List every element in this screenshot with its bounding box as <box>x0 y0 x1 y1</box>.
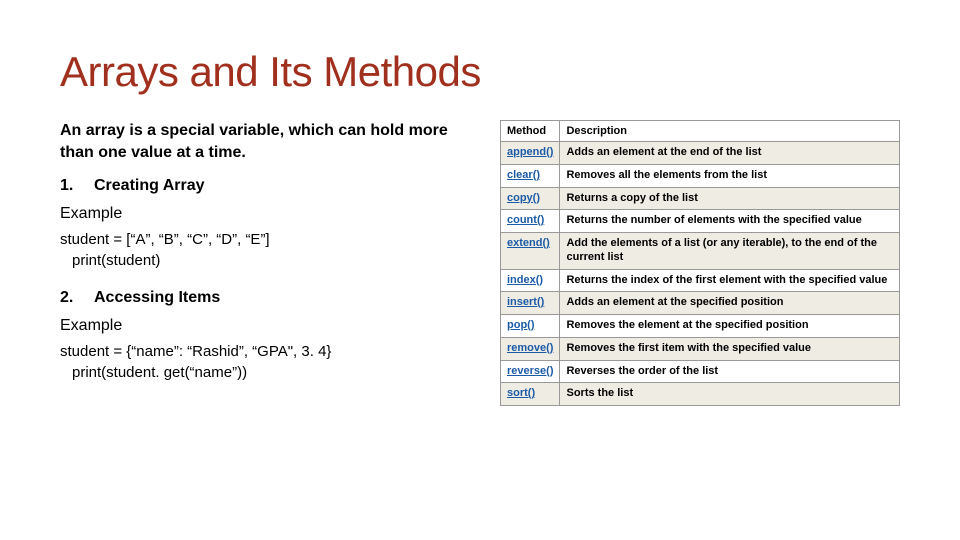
table-body: append() Adds an element at the end of th… <box>501 142 900 406</box>
desc-cell: Add the elements of a list (or any itera… <box>560 233 900 270</box>
intro-text: An array is a special variable, which ca… <box>60 120 460 163</box>
section-2-heading: 2. Accessing Items <box>60 289 460 307</box>
table-row: append() Adds an element at the end of th… <box>501 142 900 165</box>
method-cell: sort() <box>501 383 560 406</box>
method-cell: clear() <box>501 164 560 187</box>
section-2-example-label: Example <box>60 317 460 335</box>
section-1-code: student = [“A”, “B”, “C”, “D”, “E”] prin… <box>60 229 460 271</box>
desc-cell: Removes the element at the specified pos… <box>560 315 900 338</box>
desc-cell: Adds an element at the end of the list <box>560 142 900 165</box>
header-description: Description <box>560 121 900 142</box>
desc-cell: Removes all the elements from the list <box>560 164 900 187</box>
table-row: insert() Adds an element at the specified… <box>501 292 900 315</box>
method-link[interactable]: pop() <box>507 319 534 331</box>
code-line: student = [“A”, “B”, “C”, “D”, “E”] <box>60 229 460 250</box>
code-line: print(student. get(“name”)) <box>60 362 460 383</box>
method-cell: insert() <box>501 292 560 315</box>
section-2-number: 2. <box>60 289 94 307</box>
method-link[interactable]: reverse() <box>507 365 553 377</box>
header-method: Method <box>501 121 560 142</box>
page-title: Arrays and Its Methods <box>60 48 900 96</box>
section-2-code: student = {“name”: “Rashid”, “GPA", 3. 4… <box>60 341 460 383</box>
table-row: copy() Returns a copy of the list <box>501 187 900 210</box>
method-cell: pop() <box>501 315 560 338</box>
slide: Arrays and Its Methods An array is a spe… <box>0 0 960 540</box>
method-cell: remove() <box>501 337 560 360</box>
method-cell: extend() <box>501 233 560 270</box>
method-link[interactable]: sort() <box>507 387 535 399</box>
method-link[interactable]: index() <box>507 274 543 286</box>
method-link[interactable]: remove() <box>507 342 553 354</box>
table-row: sort() Sorts the list <box>501 383 900 406</box>
section-1-number: 1. <box>60 177 94 195</box>
method-link[interactable]: clear() <box>507 169 540 181</box>
table-row: clear() Removes all the elements from the… <box>501 164 900 187</box>
table-header-row: Method Description <box>501 121 900 142</box>
table-row: index() Returns the index of the first el… <box>501 269 900 292</box>
method-cell: append() <box>501 142 560 165</box>
section-1-heading: 1. Creating Array <box>60 177 460 195</box>
table-row: reverse() Reverses the order of the list <box>501 360 900 383</box>
method-cell: count() <box>501 210 560 233</box>
table-row: extend() Add the elements of a list (or a… <box>501 233 900 270</box>
table-row: remove() Removes the first item with the … <box>501 337 900 360</box>
method-cell: copy() <box>501 187 560 210</box>
method-link[interactable]: insert() <box>507 296 544 308</box>
table-row: pop() Removes the element at the specifie… <box>501 315 900 338</box>
method-link[interactable]: copy() <box>507 192 540 204</box>
table-row: count() Returns the number of elements wi… <box>501 210 900 233</box>
method-link[interactable]: count() <box>507 214 544 226</box>
method-link[interactable]: append() <box>507 146 553 158</box>
method-cell: index() <box>501 269 560 292</box>
desc-cell: Returns a copy of the list <box>560 187 900 210</box>
methods-table: Method Description append() Adds an eleme… <box>500 120 900 406</box>
code-line: print(student) <box>60 250 460 271</box>
section-2-title: Accessing Items <box>94 289 220 307</box>
method-cell: reverse() <box>501 360 560 383</box>
columns: An array is a special variable, which ca… <box>60 120 900 406</box>
section-1-title: Creating Array <box>94 177 205 195</box>
desc-cell: Adds an element at the specified positio… <box>560 292 900 315</box>
desc-cell: Returns the number of elements with the … <box>560 210 900 233</box>
code-line: student = {“name”: “Rashid”, “GPA", 3. 4… <box>60 341 460 362</box>
desc-cell: Removes the first item with the specifie… <box>560 337 900 360</box>
desc-cell: Reverses the order of the list <box>560 360 900 383</box>
left-column: An array is a special variable, which ca… <box>60 120 460 406</box>
desc-cell: Returns the index of the first element w… <box>560 269 900 292</box>
section-1-example-label: Example <box>60 205 460 223</box>
method-link[interactable]: extend() <box>507 237 550 249</box>
right-column: Method Description append() Adds an eleme… <box>500 120 900 406</box>
desc-cell: Sorts the list <box>560 383 900 406</box>
